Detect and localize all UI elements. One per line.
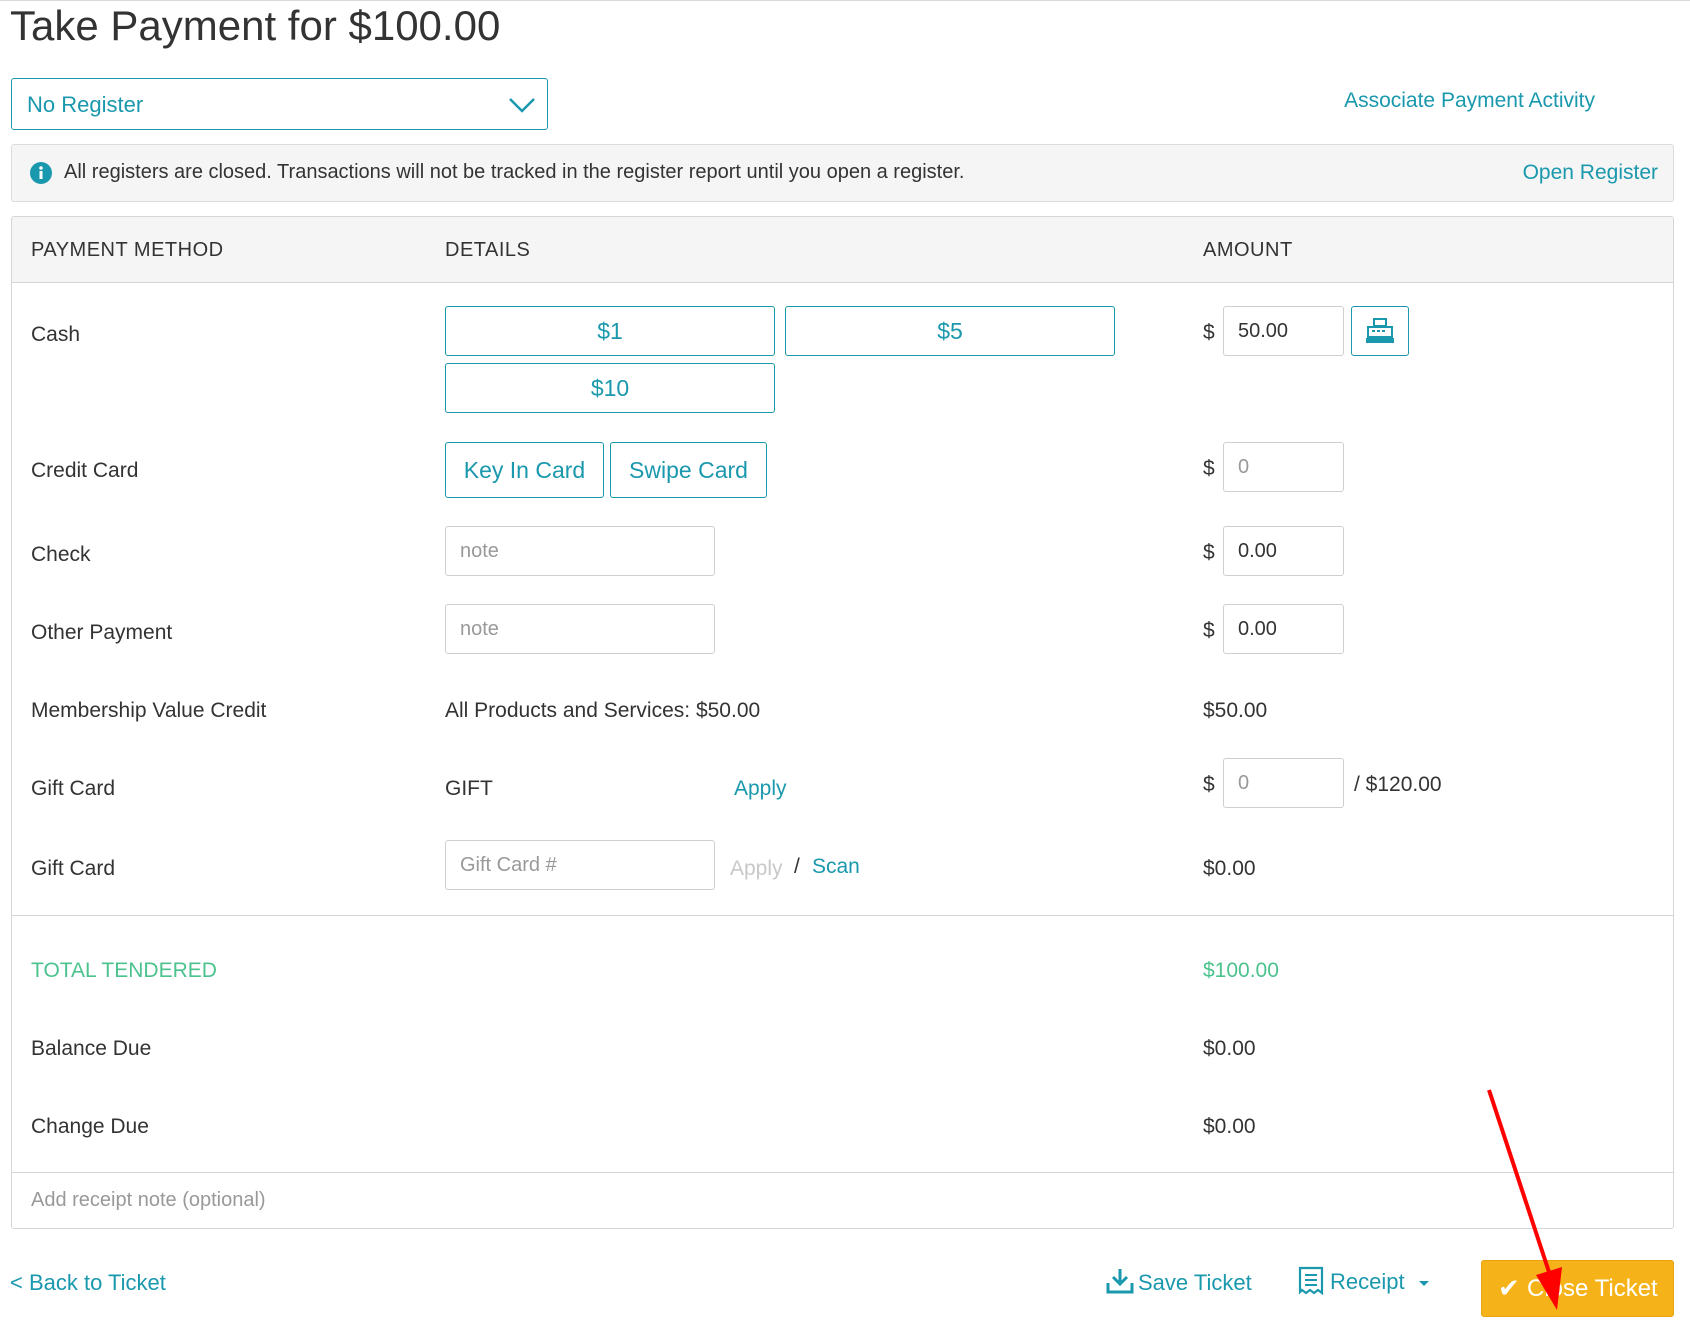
total-tendered-value: $100.00 <box>1203 959 1279 982</box>
gift-card-apply-link[interactable]: Apply <box>734 777 787 801</box>
membership-credit-amount: $50.00 <box>1203 699 1268 722</box>
currency-symbol: $ <box>1203 619 1215 642</box>
swipe-card-button[interactable]: Swipe Card <box>610 442 767 498</box>
currency-symbol: $ <box>1203 773 1215 796</box>
membership-credit-label: Membership Value Credit <box>31 699 267 722</box>
check-label: Check <box>31 543 91 566</box>
gift-card-apply-disabled[interactable]: Apply <box>730 857 783 881</box>
gift-card-label: Gift Card <box>31 857 116 880</box>
table-header: PAYMENT METHOD DETAILS AMOUNT <box>12 217 1673 283</box>
check-note-input[interactable]: note <box>445 526 715 576</box>
header-details: DETAILS <box>445 239 531 261</box>
total-tendered-label: TOTAL TENDERED <box>31 959 217 982</box>
change-due-label: Change Due <box>31 1115 149 1138</box>
save-ticket-button[interactable]: Save Ticket <box>1106 1268 1252 1296</box>
register-select[interactable]: No Register <box>11 78 548 130</box>
balance-due-value: $0.00 <box>1203 1037 1256 1060</box>
other-payment-note-input[interactable]: note <box>445 604 715 654</box>
save-ticket-label: Save Ticket <box>1138 1270 1252 1295</box>
gift-card-amount: $0.00 <box>1203 857 1256 880</box>
receipt-note-input[interactable]: Add receipt note (optional) <box>12 1173 1673 1228</box>
chevron-down-icon <box>509 98 535 113</box>
totals-divider <box>12 915 1673 916</box>
gift-card-code: GIFT <box>445 777 493 800</box>
open-register-link[interactable]: Open Register <box>1523 161 1658 185</box>
quick-amount-1-button[interactable]: $1 <box>445 306 775 356</box>
associate-payment-activity-link[interactable]: Associate Payment Activity <box>1344 89 1595 113</box>
currency-symbol: $ <box>1203 457 1215 480</box>
notice-message: All registers are closed. Transactions w… <box>64 161 965 183</box>
info-icon <box>30 162 52 184</box>
apply-scan-separator: / <box>794 855 800 878</box>
payment-table: PAYMENT METHOD DETAILS AMOUNT Cash $1 $5… <box>11 216 1674 1229</box>
other-payment-label: Other Payment <box>31 621 173 644</box>
download-icon <box>1106 1269 1134 1294</box>
other-payment-amount-input[interactable]: 0.00 <box>1223 604 1344 654</box>
cash-drawer-button[interactable] <box>1351 306 1409 356</box>
receipt-icon <box>1298 1266 1324 1296</box>
header-amount: AMOUNT <box>1203 239 1293 261</box>
receipt-label: Receipt <box>1330 1269 1405 1294</box>
cash-amount-input[interactable]: 50.00 <box>1223 306 1344 356</box>
gift-card-amount-input[interactable]: 0 <box>1223 758 1344 808</box>
register-closed-notice: All registers are closed. Transactions w… <box>11 144 1674 202</box>
credit-card-amount-input[interactable]: 0 <box>1223 442 1344 492</box>
change-due-value: $0.00 <box>1203 1115 1256 1138</box>
annotation-arrow-icon <box>1487 1089 1562 1310</box>
register-select-value: No Register <box>27 92 144 117</box>
page-title: Take Payment for $100.00 <box>10 2 501 49</box>
check-amount-input[interactable]: 0.00 <box>1223 526 1344 576</box>
gift-card-balance: / $120.00 <box>1354 773 1442 796</box>
quick-amount-10-button[interactable]: $10 <box>445 363 775 413</box>
currency-symbol: $ <box>1203 541 1215 564</box>
key-in-card-button[interactable]: Key In Card <box>445 442 604 498</box>
credit-card-label: Credit Card <box>31 459 139 482</box>
membership-credit-details: All Products and Services: $50.00 <box>445 699 761 722</box>
back-to-ticket-link[interactable]: < Back to Ticket <box>10 1270 166 1296</box>
gift-card-number-input[interactable]: Gift Card # <box>445 840 715 890</box>
caret-down-icon <box>1418 1281 1429 1286</box>
gift-card-scan-link[interactable]: Scan <box>812 855 860 879</box>
top-border <box>0 0 1690 1</box>
cash-label: Cash <box>31 323 81 346</box>
quick-amount-5-button[interactable]: $5 <box>785 306 1115 356</box>
header-payment-method: PAYMENT METHOD <box>31 239 224 261</box>
receipt-dropdown-button[interactable]: Receipt <box>1298 1266 1431 1296</box>
currency-symbol: $ <box>1203 321 1215 344</box>
gift-card-label: Gift Card <box>31 777 116 800</box>
balance-due-label: Balance Due <box>31 1037 152 1060</box>
cash-register-icon <box>1366 318 1394 343</box>
